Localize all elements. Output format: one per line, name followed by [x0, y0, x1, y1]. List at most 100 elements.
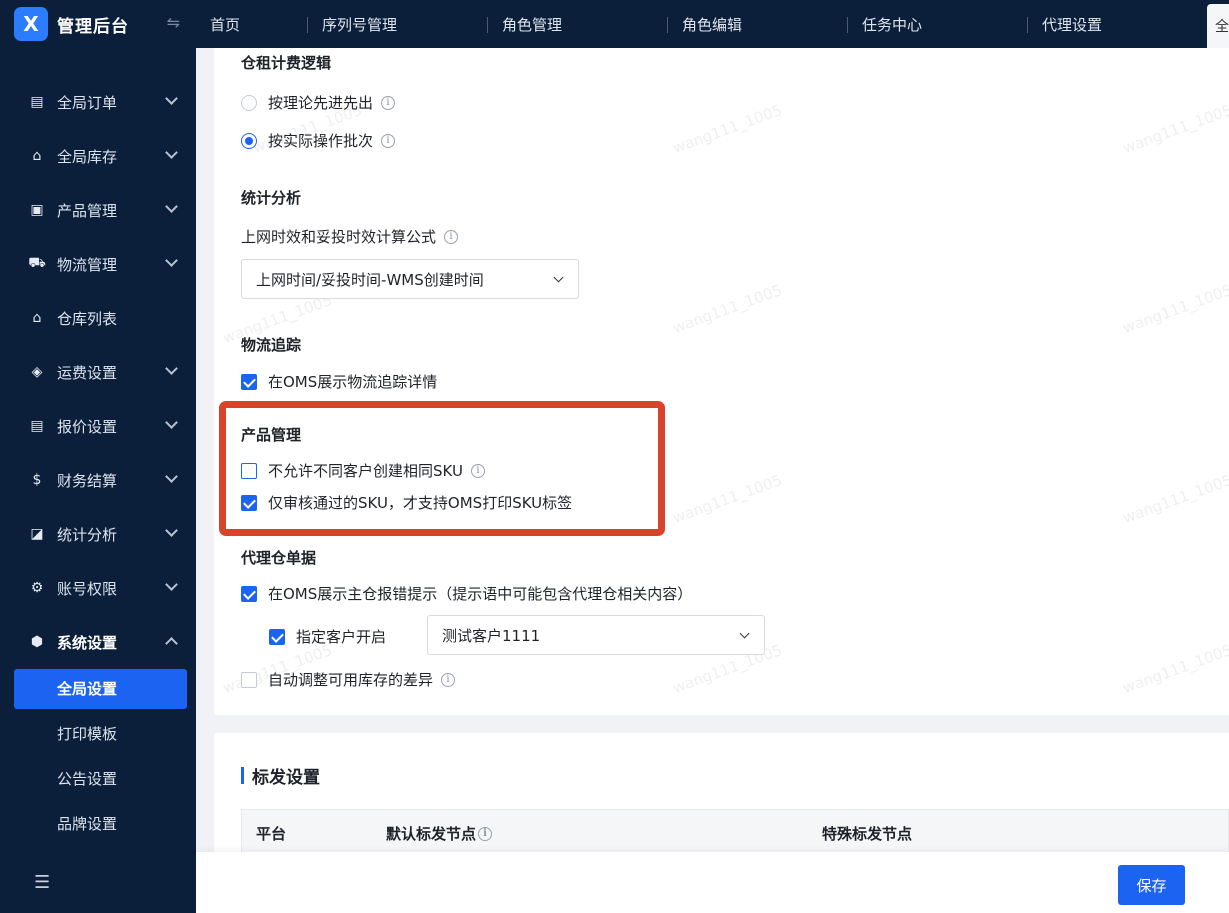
sidebar-item-label: 财务结算	[57, 471, 118, 490]
tab-label: 角色编辑	[682, 15, 743, 34]
sidebar-item-products[interactable]: ▣ 产品管理	[0, 183, 196, 237]
table-header: 平台 默认标发节点 i 特殊标发节点	[241, 809, 1229, 857]
sidebar-item-label: 仓库列表	[57, 309, 118, 328]
rent-option-fifo[interactable]: 按理论先进先出 i	[241, 92, 396, 113]
column-header-special-node: 特殊标发节点	[822, 825, 913, 843]
stats-section-title: 统计分析	[241, 189, 302, 207]
select-value: 上网时间/妥投时间-WMS创建时间	[256, 270, 484, 289]
tab-serial-numbers[interactable]: 序列号管理	[308, 0, 488, 48]
chevron-down-icon	[165, 362, 178, 375]
tab-task-center[interactable]: 任务中心	[848, 0, 1028, 48]
product-box-icon: ▣	[30, 202, 44, 218]
product-option-approved-sku[interactable]: 仅审核通过的SKU，才支持OMS打印SKU标签	[241, 492, 572, 513]
sidebar-subitem-print-templates[interactable]: 打印模板	[14, 714, 187, 759]
tab-label: 角色管理	[502, 15, 563, 34]
product-option-unique-sku[interactable]: 不允许不同客户创建相同SKU i	[241, 460, 485, 481]
tracking-option[interactable]: 在OMS展示物流追踪详情	[241, 371, 437, 392]
sidebar-item-label: 统计分析	[57, 525, 118, 544]
chevron-up-icon	[165, 637, 178, 650]
sidebar-item-global-orders[interactable]: ▤ 全局订单	[0, 75, 196, 129]
sidebar-item-label: 物流管理	[57, 255, 118, 274]
sidebar-item-global-inventory[interactable]: ⌂ 全局库存	[0, 129, 196, 183]
tab-agent-settings[interactable]: 代理设置	[1028, 0, 1208, 48]
sidebar-item-label: 账号权限	[57, 579, 118, 598]
chevron-down-icon	[165, 254, 178, 267]
checkbox[interactable]	[241, 462, 257, 479]
sidebar: X 管理后台 ⇋ ▤ 全局订单 ⌂ 全局库存 ▣ 产品管理 ⛟ 物流管理 ⌂ 仓…	[0, 0, 196, 913]
option-label: 不允许不同客户创建相同SKU	[268, 462, 463, 480]
checkbox-checked[interactable]	[241, 373, 257, 390]
agent-section-title: 代理仓单据	[241, 549, 317, 567]
column-header-label: 默认标发节点	[386, 825, 477, 843]
chevron-down-icon	[165, 416, 178, 429]
top-tabs: 首页 序列号管理 角色管理 角色编辑 任务中心 代理设置 全	[196, 0, 1229, 48]
sidebar-item-statistics[interactable]: ◪ 统计分析	[0, 507, 196, 561]
tab-global-settings[interactable]: 全	[1207, 4, 1229, 48]
agent-option-show-errors[interactable]: 在OMS展示主仓报错提示（提示语中可能包含代理仓相关内容）	[241, 583, 692, 604]
option-label: 按实际操作批次	[268, 132, 374, 150]
rent-section-title: 仓租计费逻辑	[241, 54, 332, 72]
sidebar-item-system-settings[interactable]: ⬢ 系统设置	[0, 615, 196, 669]
sidebar-item-label: 全局库存	[57, 147, 118, 166]
label-settings-title-text: 标发设置	[252, 768, 320, 788]
quote-icon: ▤	[30, 418, 44, 434]
sidebar-subitem-brand-settings[interactable]: 品牌设置	[14, 804, 187, 849]
clipboard-icon: ▤	[30, 94, 44, 110]
tracking-section-title: 物流追踪	[241, 336, 302, 354]
option-label: 仅审核通过的SKU，才支持OMS打印SKU标签	[268, 494, 573, 512]
checkbox-checked[interactable]	[241, 585, 257, 602]
save-button[interactable]: 保存	[1118, 865, 1185, 905]
tab-role-edit[interactable]: 角色编辑	[668, 0, 848, 48]
option-label: 指定客户开启	[296, 628, 387, 646]
finance-icon: $	[32, 472, 42, 488]
logo-icon: X	[14, 7, 48, 41]
option-label: 按理论先进先出	[268, 94, 374, 112]
customer-select[interactable]: 测试客户1111	[427, 615, 765, 655]
tab-home[interactable]: 首页	[196, 0, 308, 48]
column-header-default-node: 默认标发节点 i	[386, 823, 493, 844]
sidebar-subitem-announcements[interactable]: 公告设置	[14, 759, 187, 804]
info-icon: i	[441, 672, 456, 687]
stats-formula-select[interactable]: 上网时间/妥投时间-WMS创建时间	[241, 259, 579, 299]
sidebar-item-label: 系统设置	[57, 633, 118, 652]
tab-roles[interactable]: 角色管理	[488, 0, 668, 48]
tab-label: 任务中心	[862, 15, 923, 34]
menu-collapse-icon[interactable]: ☰	[34, 872, 50, 893]
sidebar-item-logistics[interactable]: ⛟ 物流管理	[0, 237, 196, 291]
chevron-down-icon	[165, 92, 178, 105]
checkbox-checked[interactable]	[241, 494, 257, 511]
column-header-platform: 平台	[256, 825, 287, 843]
radio-button[interactable]	[241, 94, 257, 111]
sidebar-subitem-global-settings[interactable]: 全局设置	[14, 669, 187, 709]
sidebar-item-accounts[interactable]: ⚙ 账号权限	[0, 561, 196, 615]
sidebar-item-label: 运费设置	[57, 363, 118, 382]
footer-bar	[196, 852, 1229, 913]
chevron-down-icon	[553, 272, 564, 283]
option-label: 在OMS展示物流追踪详情	[268, 373, 438, 391]
rent-option-batch[interactable]: 按实际操作批次 i	[241, 130, 396, 151]
sidebar-item-finance[interactable]: $ 财务结算	[0, 453, 196, 507]
tab-label: 首页	[210, 15, 241, 34]
brand-title: 管理后台	[57, 16, 129, 37]
info-icon: i	[444, 229, 459, 244]
sidebar-item-quotes[interactable]: ▤ 报价设置	[0, 399, 196, 453]
sidebar-item-freight[interactable]: ◈ 运费设置	[0, 345, 196, 399]
option-label: 自动调整可用库存的差异	[268, 671, 434, 689]
checkbox-checked[interactable]	[269, 628, 285, 645]
chevron-down-icon	[165, 524, 178, 537]
info-icon: i	[470, 463, 485, 478]
radio-button-selected[interactable]	[241, 132, 257, 149]
agent-option-auto-adjust[interactable]: 自动调整可用库存的差异 i	[241, 669, 456, 690]
brand: X 管理后台 ⇋	[0, 0, 196, 48]
info-icon: i	[381, 133, 396, 148]
info-icon: i	[381, 95, 396, 110]
chevron-down-icon	[739, 628, 750, 639]
product-section-title: 产品管理	[241, 426, 302, 444]
checkbox[interactable]	[241, 671, 257, 688]
chevron-down-icon	[165, 200, 178, 213]
tab-label: 序列号管理	[322, 15, 398, 34]
collapse-toggle-icon[interactable]: ⇋	[167, 13, 180, 32]
agent-option-specific-customer[interactable]: 指定客户开启	[269, 626, 386, 647]
warehouse-icon: ⌂	[32, 148, 42, 164]
sidebar-item-warehouse-list[interactable]: ⌂ 仓库列表	[0, 291, 196, 345]
